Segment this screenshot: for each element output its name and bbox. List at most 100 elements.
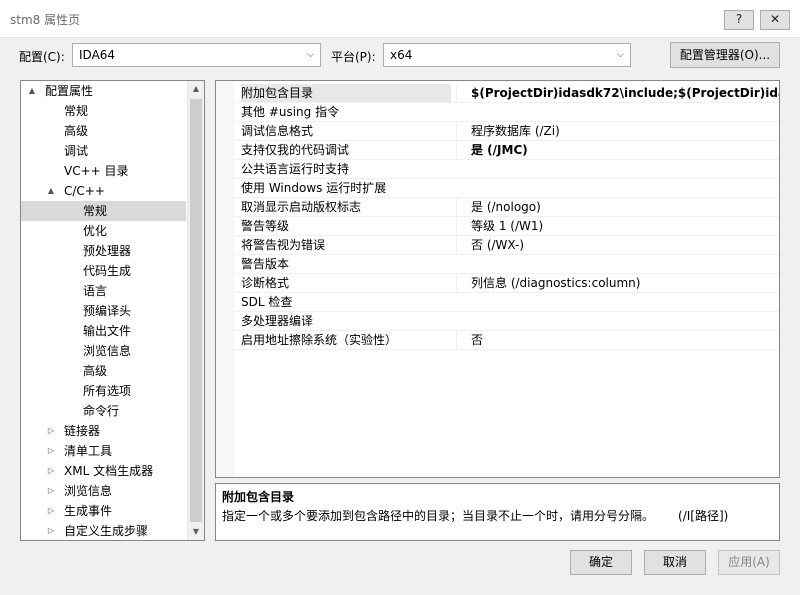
tree-item-label: XML 文档生成器 [64,464,154,478]
ok-button[interactable]: 确定 [570,550,632,575]
property-row[interactable]: 公共语言运行时支持 [234,160,779,179]
tree-item[interactable]: ▷ 生成事件 [21,501,186,521]
tree-item[interactable]: 语言 [21,281,186,301]
property-row[interactable]: 启用地址擦除系统（实验性） 否 [234,331,779,350]
expand-arrow-icon[interactable]: ▷ [45,521,57,540]
tree-item-label: 调试 [64,144,89,158]
tree-item-label: 优化 [83,224,108,238]
tree-item-label: 预编译头 [83,304,132,318]
tree-item[interactable]: 预处理器 [21,241,186,261]
expand-arrow-icon[interactable]: ▷ [45,461,57,481]
tree-item-label: 输出文件 [83,324,132,338]
tree-item[interactable]: 命令行 [21,401,186,421]
tree-item[interactable]: 代码生成 [21,261,186,281]
property-name: 附加包含目录 [241,84,451,102]
tree-item-label: 高级 [64,124,89,138]
tree-item[interactable]: ▷ 浏览信息 [21,481,186,501]
tree-item[interactable]: ▲ 配置属性 [21,81,186,101]
cancel-button[interactable]: 取消 [644,550,706,575]
tree-item[interactable]: 浏览信息 [21,341,186,361]
property-name: 调试信息格式 [241,124,314,138]
property-name: 支持仅我的代码调试 [241,143,350,157]
property-row[interactable]: 警告等级 等级 1 (/W1) [234,217,779,236]
tree-scrollbar[interactable]: ▲ ▼ [187,81,204,540]
property-row[interactable]: 支持仅我的代码调试 是 (/JMC) [234,141,779,160]
property-row[interactable]: 多处理器编译 [234,312,779,331]
property-row[interactable]: 取消显示启动版权标志 是 (/nologo) [234,198,779,217]
config-dropdown[interactable]: IDA64 ⌵ [72,43,321,67]
expand-arrow-icon[interactable]: ▷ [45,441,57,461]
property-value[interactable]: 是 (/nologo) [456,198,779,216]
property-name: 使用 Windows 运行时扩展 [241,181,387,195]
tree-item[interactable]: 优化 [21,221,186,241]
property-row[interactable]: 诊断格式 列信息 (/diagnostics:column) [234,274,779,293]
title-bar: stm8 属性页 ? ✕ [0,0,800,38]
tree-item[interactable]: 所有选项 [21,381,186,401]
window-title: stm8 属性页 [10,13,81,27]
tree-item[interactable]: 输出文件 [21,321,186,341]
property-row[interactable]: 调试信息格式 程序数据库 (/Zi) [234,122,779,141]
property-value[interactable]: 否 [456,331,779,349]
property-name: 其他 #using 指令 [241,105,340,119]
property-value[interactable]: 否 (/WX-) [456,236,779,254]
property-value[interactable]: 程序数据库 (/Zi) [456,122,779,140]
description-text: 指定一个或多个要添加到包含路径中的目录；当目录不止一个时，请用分号分隔。 (/I[… [222,507,773,524]
tree-item[interactable]: 常规 [21,201,186,221]
tree-item[interactable]: ▲ C/C++ [21,181,186,201]
tree-item-label: 链接器 [64,424,101,438]
platform-dropdown[interactable]: x64 ⌵ [383,43,631,67]
property-value[interactable]: $(ProjectDir)idasdk72\include;$(ProjectD… [456,84,779,102]
tree-item[interactable]: 高级 [21,121,186,141]
property-value[interactable]: 等级 1 (/W1) [456,217,779,235]
description-body: 指定一个或多个要添加到包含路径中的目录；当目录不止一个时，请用分号分隔。 [222,509,655,523]
property-name: SDL 检查 [241,295,293,309]
help-button[interactable]: ? [724,10,754,30]
tree-item[interactable]: 高级 [21,361,186,381]
tree-item[interactable]: 调试 [21,141,186,161]
config-value: IDA64 [79,48,116,62]
property-row[interactable]: SDL 检查 [234,293,779,312]
scroll-down-icon[interactable]: ▼ [188,524,204,540]
tree-item-label: 所有选项 [83,384,132,398]
tree-item[interactable]: ▷ 链接器 [21,421,186,441]
property-grid[interactable]: 附加包含目录 $(ProjectDir)idasdk72\include;$(Pr… [215,80,780,478]
property-tree[interactable]: ▲ 配置属性 常规 高级 调试 VC++ 目录 ▲ C/C++ 常规 优化 预处理器 代码生成 语言 预编… [20,80,205,541]
tree-item[interactable]: VC++ 目录 [21,161,186,181]
config-manager-button[interactable]: 配置管理器(O)... [670,42,780,68]
property-row[interactable]: 警告版本 [234,255,779,274]
platform-value: x64 [390,48,413,62]
scroll-up-icon[interactable]: ▲ [188,81,204,97]
scroll-thumb[interactable] [190,99,202,522]
tree-item[interactable]: ▷ 清单工具 [21,441,186,461]
property-row[interactable]: 将警告视为错误 否 (/WX-) [234,236,779,255]
property-name: 启用地址擦除系统（实验性） [241,333,398,347]
apply-button[interactable]: 应用(A) [718,550,780,575]
property-name: 警告等级 [241,219,290,233]
expand-arrow-icon[interactable]: ▷ [45,481,57,501]
tree-item[interactable]: 常规 [21,101,186,121]
property-name: 公共语言运行时支持 [241,162,350,176]
tree-item-label: 清单工具 [64,444,113,458]
tree-item[interactable]: ▷ XML 文档生成器 [21,461,186,481]
tree-item[interactable]: 预编译头 [21,301,186,321]
property-value[interactable]: 列信息 (/diagnostics:column) [456,274,779,292]
property-row[interactable]: 附加包含目录 $(ProjectDir)idasdk72\include;$(Pr… [234,84,779,103]
tree-item-label: VC++ 目录 [64,164,129,178]
property-row[interactable]: 其他 #using 指令 [234,103,779,122]
property-name: 警告版本 [241,257,290,271]
collapse-arrow-icon[interactable]: ▲ [45,181,57,201]
collapse-arrow-icon[interactable]: ▲ [26,81,38,101]
property-name: 将警告视为错误 [241,238,326,252]
property-row[interactable]: 使用 Windows 运行时扩展 [234,179,779,198]
chevron-down-icon: ⌵ [307,50,314,60]
tree-item-label: 浏览信息 [64,484,113,498]
tree-item[interactable]: ▷ 自定义生成步骤 [21,521,186,540]
tree-item-label: 代码生成 [83,264,132,278]
expand-arrow-icon[interactable]: ▷ [45,501,57,521]
tree-item-label: 语言 [83,284,108,298]
tree-item-label: 高级 [83,364,108,378]
tree-item-label: 预处理器 [83,244,132,258]
property-value[interactable]: 是 (/JMC) [456,141,779,159]
close-button[interactable]: ✕ [760,10,790,30]
expand-arrow-icon[interactable]: ▷ [45,421,57,441]
